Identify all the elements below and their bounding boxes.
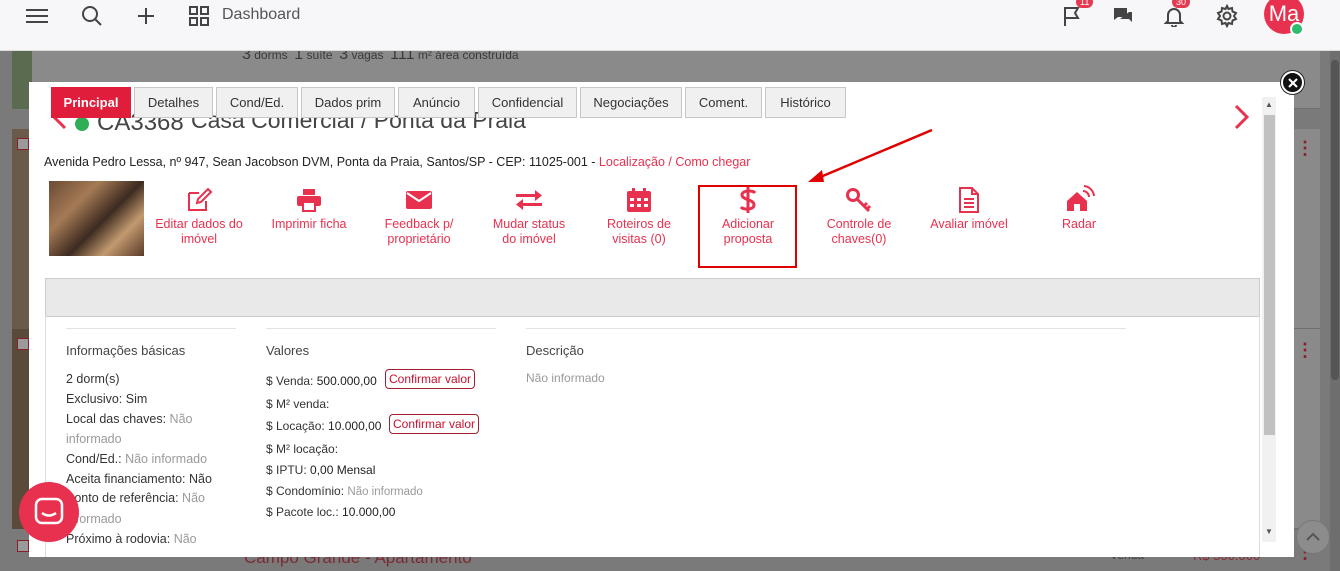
exchange-icon: [474, 185, 584, 215]
tab-principal[interactable]: Principal: [51, 87, 131, 118]
value-condominio: $ Condomínio: Não informado: [266, 484, 423, 498]
location-link[interactable]: Localização: [599, 155, 665, 169]
tab-anuncio[interactable]: Anúncio: [398, 87, 475, 118]
annotation-arrow: [808, 128, 933, 182]
property-address: Avenida Pedro Lessa, nº 947, Sean Jacobs…: [44, 155, 750, 169]
value-venda: $ Venda: 500.000,00: [266, 374, 377, 388]
list-item-checkbox[interactable]: [17, 540, 29, 552]
tab-panel: [45, 316, 1260, 557]
tab-dados-prim[interactable]: Dados prim: [301, 87, 395, 118]
action-label: Imprimir ficha: [271, 217, 347, 231]
radar-icon: [1024, 185, 1134, 215]
chat-icon[interactable]: [1111, 0, 1135, 32]
tab-comentarios[interactable]: Coment.: [685, 87, 762, 118]
list-item-checkbox[interactable]: [17, 338, 29, 350]
section-divider: [526, 328, 1126, 329]
more-options-icon[interactable]: ⋮: [1296, 340, 1314, 361]
more-options-icon[interactable]: ⋮: [1296, 138, 1314, 159]
support-chat-button[interactable]: [19, 482, 79, 542]
action-label: Controle de: [826, 217, 892, 231]
edit-icon: [144, 185, 254, 215]
visit-routes-button[interactable]: Roteiros de visitas (0): [584, 185, 694, 247]
info-dorms: 2 dorm(s): [66, 372, 120, 386]
print-sheet-button[interactable]: Imprimir ficha: [254, 185, 364, 232]
modal-scrollbar-thumb[interactable]: [1264, 115, 1275, 435]
action-label: Avaliar imóvel: [930, 217, 1008, 231]
action-label: imóvel: [180, 232, 218, 246]
description-text: Não informado: [526, 371, 605, 385]
tab-cond-ed[interactable]: Cond/Ed.: [216, 87, 298, 118]
calendar-icon: [584, 185, 694, 215]
tab-bar: [45, 278, 1260, 316]
action-label: proprietário: [387, 232, 451, 246]
value-iptu: $ IPTU: 0,00 Mensal: [266, 463, 376, 477]
close-modal-button[interactable]: [1281, 71, 1304, 94]
list-item-checkbox[interactable]: [17, 138, 29, 150]
action-label: Feedback p/: [384, 217, 454, 231]
action-label: Radar: [1061, 217, 1097, 231]
top-navbar: Dashboard 11 30 Ma: [0, 0, 1340, 51]
confirm-rent-value-button[interactable]: Confirmar valor: [389, 414, 480, 434]
action-label: visitas (0): [612, 232, 666, 246]
scroll-down-arrow-icon[interactable]: ▼: [1265, 527, 1273, 536]
value-m2-venda: $ M² venda:: [266, 397, 330, 411]
page-scrollbar-thumb[interactable]: [1331, 60, 1339, 380]
owner-feedback-button[interactable]: Feedback p/ proprietário: [364, 185, 474, 247]
chevron-up-icon: [1306, 532, 1320, 541]
action-label: Editar dados do: [155, 217, 243, 231]
action-label: chaves(0): [831, 232, 887, 246]
confirm-sale-value-button[interactable]: Confirmar valor: [385, 369, 476, 389]
action-label: Roteiros de: [607, 217, 671, 231]
value-pacote: $ Pacote loc.: 10.000,00: [266, 505, 396, 519]
info-local-chaves: Local das chaves: Não: [66, 412, 193, 426]
close-icon: [1287, 77, 1298, 88]
menu-icon[interactable]: [25, 0, 49, 32]
basic-info-title: Informações básicas: [66, 343, 186, 358]
status-dot: [75, 117, 89, 131]
notifications-badge: 30: [1172, 0, 1191, 8]
address-text: Avenida Pedro Lessa, nº 947, Sean Jacobs…: [44, 155, 599, 169]
info-referencia: Ponto de referência: Não: [66, 491, 205, 505]
value-locacao: $ Locação: 10.000,00: [266, 419, 382, 433]
section-divider: [266, 328, 496, 329]
description-title: Descrição: [526, 343, 584, 358]
scroll-up-arrow-icon[interactable]: ▲: [1265, 100, 1273, 109]
dashboard-grid-icon[interactable]: [187, 0, 211, 32]
scroll-to-top-button[interactable]: [1296, 520, 1330, 554]
gear-icon[interactable]: [1215, 0, 1239, 32]
action-label: do imóvel: [502, 232, 556, 246]
edit-property-button[interactable]: Editar dados do imóvel: [144, 185, 254, 247]
chat-icon: [34, 497, 64, 525]
info-financiamento: Aceita financiamento: Não: [66, 472, 212, 486]
radar-button[interactable]: Radar: [1024, 185, 1134, 232]
next-property-button[interactable]: [1234, 104, 1250, 136]
info-exclusivo: Exclusivo: Sim: [66, 392, 148, 406]
property-detail-modal: CA3368 Casa Comercial / Ponta da Praia A…: [29, 82, 1294, 557]
values-title: Valores: [266, 343, 310, 358]
info-cond-ed: Cond/Ed.: Não informado: [66, 452, 208, 466]
tab-confidencial[interactable]: Confidencial: [478, 87, 577, 118]
printer-icon: [254, 185, 364, 215]
directions-link[interactable]: Como chegar: [675, 155, 750, 169]
action-label: Mudar status: [492, 217, 566, 231]
tab-detalhes[interactable]: Detalhes: [134, 87, 213, 118]
link-separator: /: [664, 155, 676, 169]
section-divider: [66, 328, 236, 329]
property-photo[interactable]: [49, 181, 144, 256]
search-icon[interactable]: [80, 0, 104, 32]
online-status-dot: [1290, 22, 1304, 36]
add-icon[interactable]: [134, 0, 158, 32]
flag-badge: 11: [1076, 0, 1094, 8]
change-status-button[interactable]: Mudar status do imóvel: [474, 185, 584, 247]
envelope-icon: [364, 185, 474, 215]
dashboard-link[interactable]: Dashboard: [222, 6, 300, 24]
info-local-chaves-cont: informado: [66, 432, 122, 446]
value-m2-locacao: $ M² locação:: [266, 442, 339, 456]
tab-negociacoes[interactable]: Negociações: [580, 87, 682, 118]
chevron-right-icon: [1234, 104, 1250, 130]
info-rodovia: Próximo à rodovia: Não: [66, 532, 197, 546]
